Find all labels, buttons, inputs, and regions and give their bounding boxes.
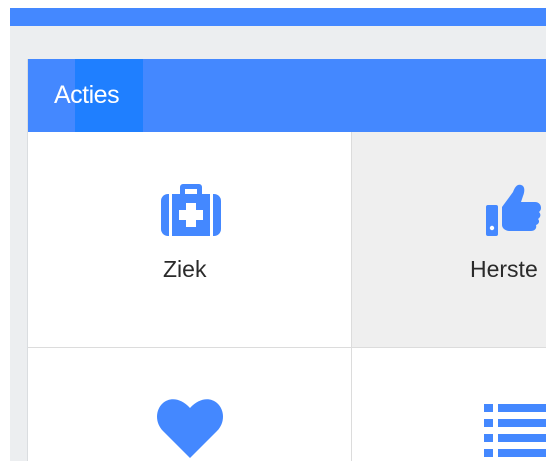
action-tile-list[interactable] [352,348,546,461]
action-tile-sick[interactable]: Ziek [28,132,352,348]
action-tile-recover[interactable]: Herste [352,132,546,348]
list-icon [484,404,546,457]
top-nav-bar [10,8,546,26]
medical-kit-icon [161,184,221,236]
actions-panel: Acties Ziek Herste [27,59,546,461]
heart-icon [157,399,223,458]
app-window: Acties Ziek Herste [0,0,546,461]
thumbs-up-icon [486,184,541,236]
panel-header: Acties [28,59,546,132]
action-tile-heart[interactable] [28,348,352,461]
tile-label: Ziek [163,256,207,282]
panel-title: Acties [54,81,120,109]
tile-label: Herste [470,256,538,282]
